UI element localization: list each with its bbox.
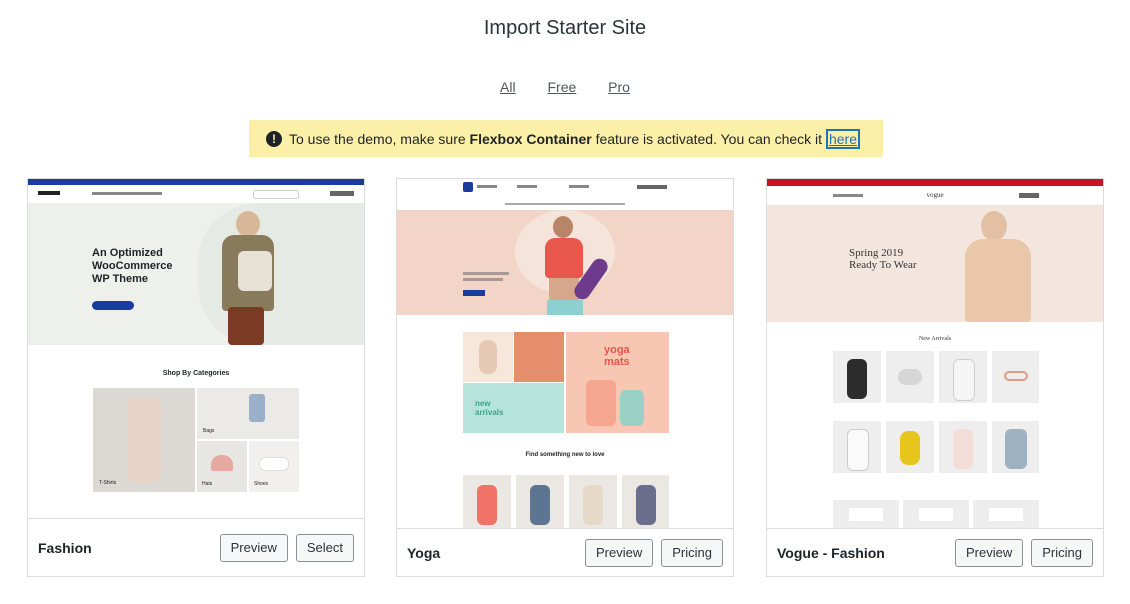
pricing-button[interactable]: Pricing: [1031, 538, 1093, 567]
site-header: vogue: [767, 186, 1103, 205]
category-bags: Bags: [197, 388, 299, 439]
hero-model-image: [951, 205, 1041, 322]
warning-icon: !: [266, 130, 282, 147]
select-button[interactable]: Select: [295, 533, 354, 562]
filter-all[interactable]: All: [500, 79, 516, 95]
category-grid: T-Shirts Bags Hats Shoes: [93, 388, 299, 492]
notice-link-here[interactable]: here: [825, 128, 860, 149]
preview-button[interactable]: Preview: [585, 538, 654, 567]
page-title: Import Starter Site: [483, 17, 647, 39]
hero-heading-1: An Optimized: [92, 247, 163, 259]
section-title: New Arrivals: [918, 336, 952, 342]
tile-yoga-mats: yoga mats: [566, 332, 669, 433]
section-title: Shop By Categories: [162, 370, 230, 377]
hero-banner: Spring 2019 Ready To Wear: [767, 205, 1103, 322]
filter-free[interactable]: Free: [547, 79, 576, 95]
card-footer: Fashion Preview Select: [28, 518, 364, 576]
hero-cta-button: [92, 301, 134, 310]
filter-pro[interactable]: Pro: [608, 79, 630, 95]
starter-card-fashion: An Optimized WooCommerce WP Theme Shop B…: [27, 178, 365, 577]
filter-tabs: All Free Pro: [0, 79, 1130, 95]
category-tshirts: T-Shirts: [93, 388, 195, 492]
tile-new-arrivals: new arrivals: [463, 383, 564, 433]
pricing-button[interactable]: Pricing: [661, 538, 723, 567]
category-shoes: Shoes: [249, 441, 299, 492]
brand-logo: vogue: [926, 191, 944, 199]
fashion-thumbnail[interactable]: An Optimized WooCommerce WP Theme Shop B…: [28, 179, 364, 518]
hero-model-image: [537, 216, 617, 315]
preview-button[interactable]: Preview: [955, 538, 1024, 567]
hero-line-2: Ready To Wear: [849, 259, 917, 271]
hero-model-image: [214, 211, 284, 345]
starter-card-yoga: new arrivals yoga mats Find something ne…: [396, 178, 734, 577]
card-title: Vogue - Fashion: [777, 544, 885, 561]
hero-heading-3: WP Theme: [92, 273, 149, 285]
card-footer: Vogue - Fashion Preview Pricing: [767, 528, 1103, 576]
hero-banner: An Optimized WooCommerce WP Theme: [28, 203, 364, 345]
site-header: [28, 185, 364, 203]
card-footer: Yoga Preview Pricing: [397, 528, 733, 576]
flexbox-notice: ! To use the demo, make sure Flexbox Con…: [249, 120, 883, 157]
yoga-thumbnail[interactable]: new arrivals yoga mats Find something ne…: [397, 179, 733, 529]
bottom-boxes: [833, 500, 1039, 529]
card-title: Yoga: [407, 544, 441, 561]
starter-card-vogue-fashion: vogue Spring 2019 Ready To Wear New Arri…: [766, 178, 1104, 577]
hero-cta-button: [463, 290, 485, 296]
category-hats: Hats: [197, 441, 247, 492]
promo-tiles: new arrivals yoga mats: [463, 332, 669, 433]
vogue-thumbnail[interactable]: vogue Spring 2019 Ready To Wear New Arri…: [767, 179, 1103, 529]
hero-line-1: Spring 2019: [849, 247, 904, 259]
notice-text-prefix: To use the demo, make sure: [289, 130, 470, 147]
product-grid: [833, 351, 1039, 475]
promo-bar: [767, 179, 1103, 186]
hero-banner: [397, 210, 733, 315]
section-title: Find something new to love: [525, 452, 605, 458]
preview-button[interactable]: Preview: [219, 533, 288, 562]
logo-icon: [463, 182, 473, 192]
notice-text-suffix: feature is activated. You can check it: [591, 130, 826, 147]
notice-bold: Flexbox Container: [469, 130, 592, 147]
product-row: [463, 475, 669, 529]
site-header: [397, 179, 733, 209]
hero-heading-2: WooCommerce: [92, 260, 173, 272]
card-title: Fashion: [38, 539, 92, 556]
